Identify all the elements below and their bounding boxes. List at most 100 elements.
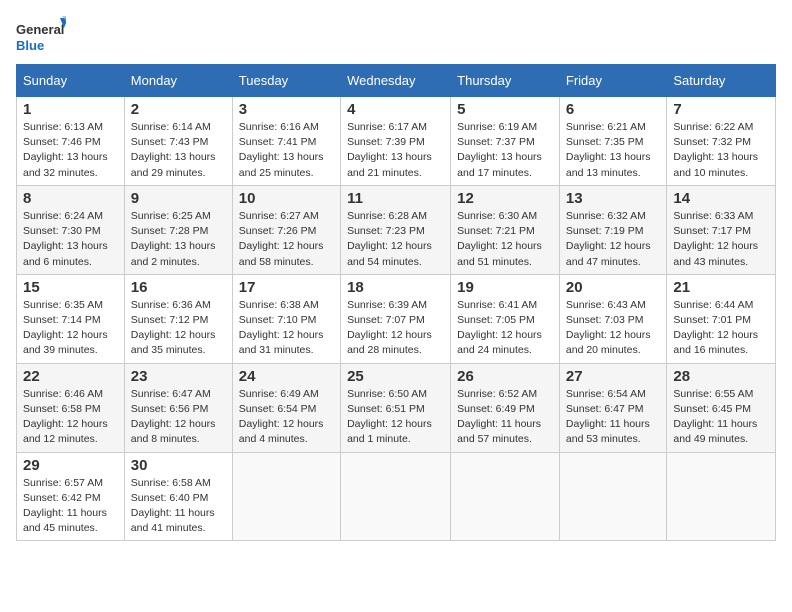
day-info: Sunrise: 6:41 AM Sunset: 7:05 PM Dayligh… <box>457 298 553 359</box>
day-number: 11 <box>347 190 444 207</box>
day-number: 18 <box>347 279 444 296</box>
calendar-day-cell: 30 Sunrise: 6:58 AM Sunset: 6:40 PM Dayli… <box>124 452 232 541</box>
day-info: Sunrise: 6:14 AM Sunset: 7:43 PM Dayligh… <box>131 120 226 181</box>
day-number: 2 <box>131 101 226 118</box>
day-info: Sunrise: 6:19 AM Sunset: 7:37 PM Dayligh… <box>457 120 553 181</box>
day-number: 8 <box>23 190 118 207</box>
day-number: 19 <box>457 279 553 296</box>
day-info: Sunrise: 6:57 AM Sunset: 6:42 PM Dayligh… <box>23 476 118 537</box>
day-info: Sunrise: 6:58 AM Sunset: 6:40 PM Dayligh… <box>131 476 226 537</box>
day-number: 14 <box>673 190 769 207</box>
calendar-day-cell: 28 Sunrise: 6:55 AM Sunset: 6:45 PM Dayli… <box>667 363 776 452</box>
calendar-week-row: 8 Sunrise: 6:24 AM Sunset: 7:30 PM Daylig… <box>17 185 776 274</box>
calendar-day-cell <box>667 452 776 541</box>
calendar-week-row: 15 Sunrise: 6:35 AM Sunset: 7:14 PM Dayli… <box>17 274 776 363</box>
calendar-week-row: 22 Sunrise: 6:46 AM Sunset: 6:58 PM Dayli… <box>17 363 776 452</box>
day-info: Sunrise: 6:17 AM Sunset: 7:39 PM Dayligh… <box>347 120 444 181</box>
day-info: Sunrise: 6:47 AM Sunset: 6:56 PM Dayligh… <box>131 387 226 448</box>
day-number: 30 <box>131 457 226 474</box>
day-number: 16 <box>131 279 226 296</box>
day-number: 5 <box>457 101 553 118</box>
day-of-week-header: Thursday <box>451 65 560 97</box>
calendar-day-cell: 16 Sunrise: 6:36 AM Sunset: 7:12 PM Dayli… <box>124 274 232 363</box>
calendar-day-cell: 1Sunrise: 6:13 AM Sunset: 7:46 PM Daylig… <box>17 97 125 186</box>
calendar-day-cell: 2 Sunrise: 6:14 AM Sunset: 7:43 PM Daylig… <box>124 97 232 186</box>
day-info: Sunrise: 6:33 AM Sunset: 7:17 PM Dayligh… <box>673 209 769 270</box>
day-number: 7 <box>673 101 769 118</box>
day-number: 10 <box>239 190 334 207</box>
day-info: Sunrise: 6:46 AM Sunset: 6:58 PM Dayligh… <box>23 387 118 448</box>
day-info: Sunrise: 6:55 AM Sunset: 6:45 PM Dayligh… <box>673 387 769 448</box>
calendar-day-cell: 6 Sunrise: 6:21 AM Sunset: 7:35 PM Daylig… <box>559 97 667 186</box>
calendar-day-cell: 22 Sunrise: 6:46 AM Sunset: 6:58 PM Dayli… <box>17 363 125 452</box>
calendar-day-cell: 9 Sunrise: 6:25 AM Sunset: 7:28 PM Daylig… <box>124 185 232 274</box>
day-number: 21 <box>673 279 769 296</box>
day-number: 24 <box>239 368 334 385</box>
day-number: 4 <box>347 101 444 118</box>
day-of-week-header: Monday <box>124 65 232 97</box>
day-info: Sunrise: 6:21 AM Sunset: 7:35 PM Dayligh… <box>566 120 661 181</box>
calendar-week-row: 1Sunrise: 6:13 AM Sunset: 7:46 PM Daylig… <box>17 97 776 186</box>
calendar-day-cell <box>451 452 560 541</box>
day-info: Sunrise: 6:38 AM Sunset: 7:10 PM Dayligh… <box>239 298 334 359</box>
calendar-day-cell: 17 Sunrise: 6:38 AM Sunset: 7:10 PM Dayli… <box>232 274 340 363</box>
day-number: 15 <box>23 279 118 296</box>
calendar-day-cell: 20 Sunrise: 6:43 AM Sunset: 7:03 PM Dayli… <box>559 274 667 363</box>
day-number: 22 <box>23 368 118 385</box>
calendar-day-cell: 23 Sunrise: 6:47 AM Sunset: 6:56 PM Dayli… <box>124 363 232 452</box>
day-info: Sunrise: 6:32 AM Sunset: 7:19 PM Dayligh… <box>566 209 661 270</box>
day-info: Sunrise: 6:50 AM Sunset: 6:51 PM Dayligh… <box>347 387 444 448</box>
page-header: General Blue <box>16 16 776 56</box>
day-info: Sunrise: 6:49 AM Sunset: 6:54 PM Dayligh… <box>239 387 334 448</box>
logo: General Blue <box>16 16 66 56</box>
day-info: Sunrise: 6:43 AM Sunset: 7:03 PM Dayligh… <box>566 298 661 359</box>
calendar-day-cell: 14 Sunrise: 6:33 AM Sunset: 7:17 PM Dayli… <box>667 185 776 274</box>
day-number: 12 <box>457 190 553 207</box>
calendar-day-cell <box>232 452 340 541</box>
calendar-day-cell: 5 Sunrise: 6:19 AM Sunset: 7:37 PM Daylig… <box>451 97 560 186</box>
day-number: 25 <box>347 368 444 385</box>
day-number: 29 <box>23 457 118 474</box>
day-number: 20 <box>566 279 661 296</box>
calendar-day-cell: 13 Sunrise: 6:32 AM Sunset: 7:19 PM Dayli… <box>559 185 667 274</box>
day-number: 27 <box>566 368 661 385</box>
day-info: Sunrise: 6:44 AM Sunset: 7:01 PM Dayligh… <box>673 298 769 359</box>
day-of-week-header: Friday <box>559 65 667 97</box>
day-number: 17 <box>239 279 334 296</box>
day-info: Sunrise: 6:52 AM Sunset: 6:49 PM Dayligh… <box>457 387 553 448</box>
calendar-day-cell: 4 Sunrise: 6:17 AM Sunset: 7:39 PM Daylig… <box>341 97 451 186</box>
calendar-day-cell: 12 Sunrise: 6:30 AM Sunset: 7:21 PM Dayli… <box>451 185 560 274</box>
day-info: Sunrise: 6:28 AM Sunset: 7:23 PM Dayligh… <box>347 209 444 270</box>
calendar-day-cell: 15 Sunrise: 6:35 AM Sunset: 7:14 PM Dayli… <box>17 274 125 363</box>
day-of-week-header: Tuesday <box>232 65 340 97</box>
calendar-day-cell: 8 Sunrise: 6:24 AM Sunset: 7:30 PM Daylig… <box>17 185 125 274</box>
calendar-day-cell: 26 Sunrise: 6:52 AM Sunset: 6:49 PM Dayli… <box>451 363 560 452</box>
calendar-day-cell: 25 Sunrise: 6:50 AM Sunset: 6:51 PM Dayli… <box>341 363 451 452</box>
day-number: 28 <box>673 368 769 385</box>
calendar-day-cell: 7 Sunrise: 6:22 AM Sunset: 7:32 PM Daylig… <box>667 97 776 186</box>
day-info: Sunrise: 6:36 AM Sunset: 7:12 PM Dayligh… <box>131 298 226 359</box>
day-info: Sunrise: 6:22 AM Sunset: 7:32 PM Dayligh… <box>673 120 769 181</box>
calendar-day-cell: 19 Sunrise: 6:41 AM Sunset: 7:05 PM Dayli… <box>451 274 560 363</box>
day-info: Sunrise: 6:39 AM Sunset: 7:07 PM Dayligh… <box>347 298 444 359</box>
calendar-day-cell: 29 Sunrise: 6:57 AM Sunset: 6:42 PM Dayli… <box>17 452 125 541</box>
day-number: 6 <box>566 101 661 118</box>
day-info: Sunrise: 6:30 AM Sunset: 7:21 PM Dayligh… <box>457 209 553 270</box>
day-info: Sunrise: 6:25 AM Sunset: 7:28 PM Dayligh… <box>131 209 226 270</box>
day-info: Sunrise: 6:16 AM Sunset: 7:41 PM Dayligh… <box>239 120 334 181</box>
day-number: 9 <box>131 190 226 207</box>
day-of-week-header: Saturday <box>667 65 776 97</box>
calendar-week-row: 29 Sunrise: 6:57 AM Sunset: 6:42 PM Dayli… <box>17 452 776 541</box>
calendar-day-cell <box>341 452 451 541</box>
day-number: 3 <box>239 101 334 118</box>
day-info: Sunrise: 6:24 AM Sunset: 7:30 PM Dayligh… <box>23 209 118 270</box>
day-number: 13 <box>566 190 661 207</box>
calendar-day-cell: 27Sunrise: 6:54 AM Sunset: 6:47 PM Dayli… <box>559 363 667 452</box>
day-info: Sunrise: 6:35 AM Sunset: 7:14 PM Dayligh… <box>23 298 118 359</box>
calendar-header-row: SundayMondayTuesdayWednesdayThursdayFrid… <box>17 65 776 97</box>
svg-text:Blue: Blue <box>16 38 44 53</box>
svg-text:General: General <box>16 22 64 37</box>
day-number: 26 <box>457 368 553 385</box>
logo-svg: General Blue <box>16 16 66 56</box>
day-number: 23 <box>131 368 226 385</box>
